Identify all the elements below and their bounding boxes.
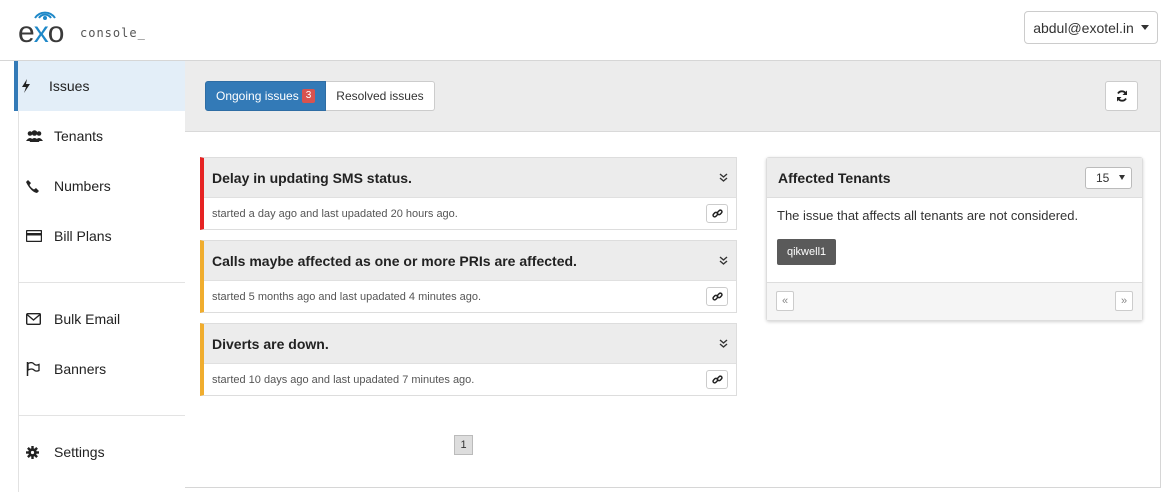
issues-toolbar: Ongoing issues 3 Resolved issues	[185, 61, 1160, 132]
caret-down-icon	[1140, 25, 1149, 30]
sidebar-item-label: Tenants	[54, 128, 104, 144]
tenant-chip[interactable]: qikwell1	[777, 239, 837, 265]
page-size-select[interactable]: 15	[1085, 166, 1132, 189]
panel-note: The issue that affects all tenants are n…	[777, 208, 1079, 223]
issue-timestamps: started 10 days ago and last upadated 7 …	[212, 373, 475, 386]
bolt-icon	[21, 79, 49, 93]
issue-timestamps: started 5 months ago and last upadated 4…	[212, 290, 482, 303]
logo-wordmark: exo	[18, 16, 64, 49]
link-icon	[711, 292, 723, 301]
page-size-value: 15	[1096, 170, 1110, 185]
top-bar: exo console_ abdul@exotel.in	[0, 0, 1161, 61]
caret-down-icon	[1119, 175, 1125, 180]
link-icon	[711, 375, 723, 384]
issue-card[interactable]: Delay in updating SMS status. started a …	[200, 157, 737, 230]
issue-footer: started a day ago and last upadated 20 h…	[204, 198, 736, 229]
issue-footer: started 5 months ago and last upadated 4…	[204, 281, 736, 312]
main-content: Ongoing issues 3 Resolved issues Delay i…	[185, 61, 1161, 488]
refresh-button[interactable]	[1105, 81, 1138, 111]
issue-title: Calls maybe affected as one or more PRIs…	[212, 252, 577, 269]
tab-label: Ongoing issues	[216, 89, 299, 103]
issue-timestamps: started a day ago and last upadated 20 h…	[212, 207, 458, 220]
sidebar-item-label: Issues	[49, 78, 90, 94]
issue-header[interactable]: Delay in updating SMS status.	[204, 158, 736, 198]
issue-header[interactable]: Diverts are down.	[204, 324, 736, 364]
issue-header[interactable]: Calls maybe affected as one or more PRIs…	[204, 241, 736, 281]
sidebar-item-issues[interactable]: Issues	[14, 61, 186, 111]
pagination-page-1[interactable]: 1	[454, 435, 473, 455]
sidebar-item-numbers[interactable]: Numbers	[19, 161, 185, 211]
copy-link-button[interactable]	[706, 370, 728, 389]
issue-count-badge: 3	[301, 89, 316, 103]
chevron-double-down-icon[interactable]	[719, 339, 728, 348]
tab-ongoing-issues[interactable]: Ongoing issues 3	[205, 81, 327, 111]
issue-footer: started 10 days ago and last upadated 7 …	[204, 364, 736, 395]
chevron-double-down-icon[interactable]	[719, 256, 728, 265]
users-icon	[26, 130, 54, 142]
issue-list: Delay in updating SMS status. started a …	[200, 157, 737, 406]
panel-title: Affected Tenants	[778, 169, 891, 186]
tab-resolved-issues[interactable]: Resolved issues	[326, 81, 435, 111]
refresh-icon	[1116, 90, 1127, 102]
sidebar-item-banners[interactable]: Banners	[19, 344, 185, 394]
tab-label: Resolved issues	[336, 89, 424, 103]
sidebar-item-label: Banners	[54, 361, 107, 377]
issue-card[interactable]: Calls maybe affected as one or more PRIs…	[200, 240, 737, 313]
issue-title: Delay in updating SMS status.	[212, 169, 412, 186]
prev-page-button[interactable]: «	[776, 291, 794, 311]
sidebar-item-bulk-email[interactable]: Bulk Email	[19, 294, 185, 344]
sidebar-item-bill-plans[interactable]: Bill Plans	[19, 211, 185, 261]
sidebar-item-label: Bulk Email	[54, 311, 121, 327]
envelope-icon	[26, 313, 54, 325]
chevron-double-down-icon[interactable]	[719, 173, 728, 182]
user-email: abdul@exotel.in	[1033, 19, 1134, 36]
link-icon	[711, 209, 723, 218]
issue-filter-tabs: Ongoing issues 3 Resolved issues	[205, 81, 435, 111]
flag-icon	[26, 362, 54, 376]
copy-link-button[interactable]	[706, 204, 728, 223]
sidebar-item-label: Numbers	[54, 178, 111, 194]
copy-link-button[interactable]	[706, 287, 728, 306]
panel-footer: « »	[767, 282, 1142, 320]
user-menu-button[interactable]: abdul@exotel.in	[1024, 11, 1158, 44]
credit-card-icon	[26, 230, 54, 242]
issue-card[interactable]: Diverts are down. started 10 days ago an…	[200, 323, 737, 396]
sidebar-item-label: Settings	[54, 444, 105, 460]
logo-subtitle: console_	[80, 26, 146, 40]
sidebar: Issues Tenants Numbers Bill Plans Bulk E…	[14, 61, 186, 492]
sidebar-item-settings[interactable]: Settings	[19, 427, 185, 477]
affected-tenants-panel: Affected Tenants 15 The issue that affec…	[766, 157, 1143, 321]
issue-title: Diverts are down.	[212, 335, 329, 352]
panel-header: Affected Tenants 15	[767, 158, 1142, 198]
panel-body: The issue that affects all tenants are n…	[767, 198, 1142, 282]
next-page-button[interactable]: »	[1115, 291, 1133, 311]
sidebar-item-tenants[interactable]: Tenants	[19, 111, 185, 161]
sidebar-item-label: Bill Plans	[54, 228, 112, 244]
phone-icon	[26, 179, 54, 193]
gear-icon	[26, 445, 54, 459]
